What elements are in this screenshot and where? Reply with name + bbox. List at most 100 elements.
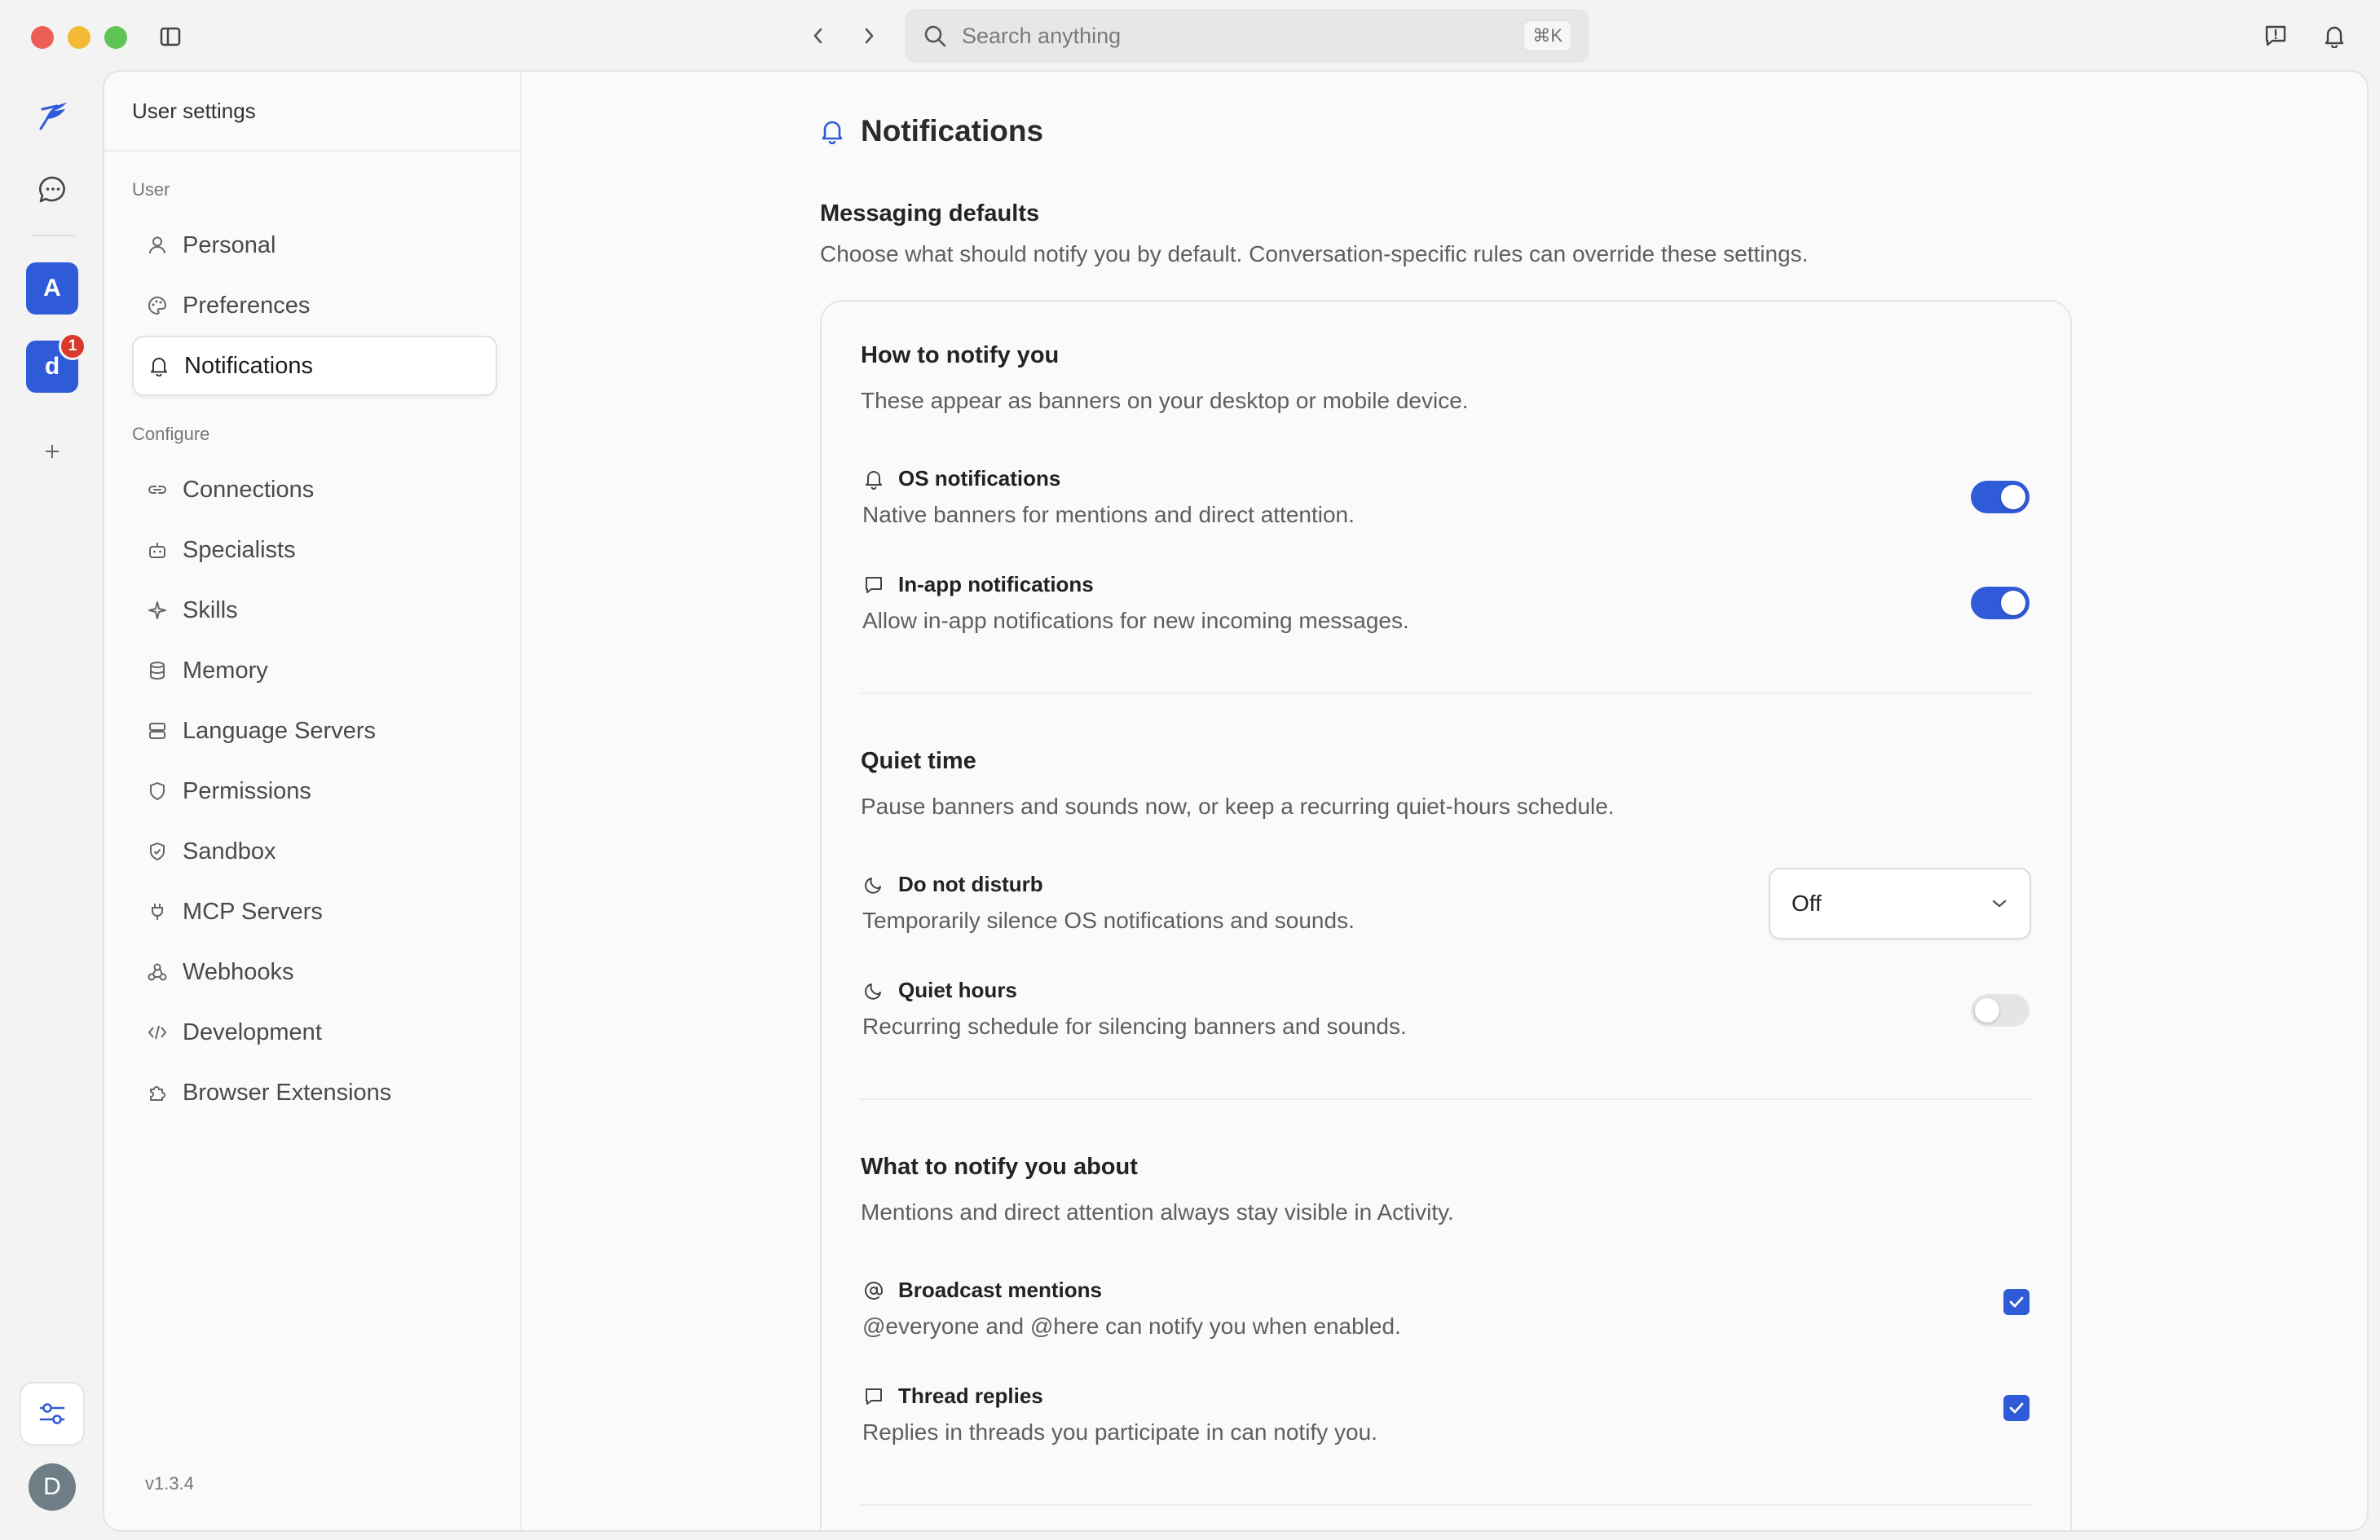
sidebar-icon: [160, 27, 181, 46]
settings-content: Notifications Messaging defaults Choose …: [522, 72, 2367, 1530]
sidebar-item-label: Memory: [183, 657, 268, 684]
user-icon: [145, 233, 170, 257]
quiet-hours-toggle[interactable]: [1971, 994, 2030, 1027]
notifications-button[interactable]: [2318, 20, 2351, 52]
sidebar-item-memory[interactable]: Memory: [132, 640, 497, 701]
code-icon: [145, 1020, 170, 1045]
sidebar-item-specialists[interactable]: Specialists: [132, 520, 497, 580]
row-title-text: Broadcast mentions: [898, 1278, 1102, 1302]
divider: [861, 693, 2031, 694]
bell-icon: [862, 469, 885, 490]
message-square-icon: [862, 575, 885, 595]
sidebar-item-notifications[interactable]: Notifications: [132, 336, 497, 396]
in-app-notifications-toggle[interactable]: [1971, 587, 2030, 619]
chevron-right-icon: [865, 28, 874, 44]
do-not-disturb-select[interactable]: Off: [1769, 868, 2031, 939]
avatar-letter: D: [43, 1473, 61, 1500]
thread-replies-title: Thread replies: [862, 1384, 1043, 1409]
sidebar-item-label: Webhooks: [183, 958, 294, 985]
sidebar-item-language-servers[interactable]: Language Servers: [132, 701, 497, 761]
divider: [861, 1504, 2031, 1506]
shield-check-icon: [145, 839, 170, 864]
plus-icon: [46, 445, 59, 458]
sidebar-item-browser-extensions[interactable]: Browser Extensions: [132, 1063, 497, 1123]
broadcast-mentions-title: Broadcast mentions: [862, 1278, 1102, 1303]
search-placeholder: Search anything: [962, 23, 1122, 48]
group-title-quiet: Quiet time: [861, 748, 976, 774]
sidebar-item-label: Preferences: [183, 292, 311, 319]
chat-rail-button[interactable]: [33, 169, 73, 210]
notification-settings-card: How to notify you These appear as banner…: [820, 300, 2072, 1530]
message-alert-icon: [2265, 25, 2286, 46]
feather-logo-icon: [39, 103, 67, 130]
os-notifications-title: OS notifications: [862, 466, 1060, 491]
sidebar-item-skills[interactable]: Skills: [132, 580, 497, 640]
sidebar-item-development[interactable]: Development: [132, 1002, 497, 1063]
sidebar-item-label: Browser Extensions: [183, 1079, 392, 1106]
quiet-hours-title: Quiet hours: [862, 978, 1017, 1003]
maximize-window-button[interactable]: [104, 26, 127, 49]
search-input[interactable]: Search anything ⌘K: [905, 9, 1589, 63]
link-icon: [145, 477, 170, 502]
broadcast-mentions-checkbox[interactable]: [2003, 1289, 2030, 1315]
plug-icon: [145, 900, 170, 924]
broadcast-mentions-desc: @everyone and @here can notify you when …: [862, 1313, 1401, 1339]
do-not-disturb-desc: Temporarily silence OS notifications and…: [862, 908, 1355, 933]
back-button[interactable]: [804, 21, 833, 51]
group-title-what: What to notify you about: [861, 1154, 1138, 1180]
row-title-text: Quiet hours: [898, 978, 1017, 1002]
sliders-icon: [39, 1403, 65, 1424]
settings-window: User settings User Personal Preferences …: [103, 70, 2369, 1532]
check-icon: [2009, 1296, 2024, 1308]
group-desc-how: These appear as banners on your desktop …: [861, 388, 1469, 413]
in-app-notifications-desc: Allow in-app notifications for new incom…: [862, 608, 1409, 633]
workspace-a[interactable]: A: [26, 262, 78, 315]
nav-section-user: User: [132, 179, 170, 200]
add-workspace-button[interactable]: [36, 435, 68, 468]
user-avatar[interactable]: D: [29, 1463, 76, 1511]
sidebar-item-permissions[interactable]: Permissions: [132, 761, 497, 821]
app-logo[interactable]: [33, 95, 73, 135]
chat-bubble-icon: [39, 176, 65, 203]
palette-icon: [145, 293, 170, 318]
row-title-text: Do not disturb: [898, 872, 1043, 896]
sidebar-item-connections[interactable]: Connections: [132, 460, 497, 520]
puzzle-icon: [145, 1080, 170, 1105]
sidebar-item-label: Skills: [183, 596, 238, 623]
sidebar-item-personal[interactable]: Personal: [132, 215, 497, 275]
quiet-hours-desc: Recurring schedule for silencing banners…: [862, 1014, 1407, 1039]
thread-replies-checkbox[interactable]: [2003, 1395, 2030, 1421]
shield-icon: [145, 779, 170, 803]
select-value: Off: [1792, 891, 1822, 916]
check-icon: [2009, 1402, 2024, 1414]
sidebar-item-sandbox[interactable]: Sandbox: [132, 821, 497, 882]
row-title-text: Thread replies: [898, 1384, 1043, 1408]
group-desc-quiet: Pause banners and sounds now, or keep a …: [861, 794, 1615, 819]
search-icon: [924, 25, 946, 47]
group-title-how: How to notify you: [861, 342, 1060, 368]
message-square-icon: [862, 1387, 885, 1406]
forward-button[interactable]: [854, 21, 884, 51]
sidebar-toggle-button[interactable]: [156, 23, 184, 51]
settings-rail-button[interactable]: [20, 1382, 85, 1445]
sidebar-item-label: Specialists: [183, 536, 296, 563]
feedback-button[interactable]: [2259, 20, 2292, 52]
row-title-text: OS notifications: [898, 466, 1061, 491]
at-sign-icon: [862, 1281, 885, 1300]
sidebar-item-mcp-servers[interactable]: MCP Servers: [132, 882, 497, 942]
settings-sidebar: User settings User Personal Preferences …: [104, 72, 522, 1530]
sidebar-item-webhooks[interactable]: Webhooks: [132, 942, 497, 1002]
workspace-letter: A: [43, 275, 61, 301]
server-icon: [145, 719, 170, 743]
workspace-letter: d: [44, 353, 60, 380]
os-notifications-toggle[interactable]: [1971, 481, 2030, 513]
settings-sidebar-title: User settings: [104, 72, 520, 152]
bell-icon: [822, 121, 843, 144]
minimize-window-button[interactable]: [68, 26, 90, 49]
sidebar-item-label: Permissions: [183, 777, 311, 804]
chevron-left-icon: [813, 28, 822, 44]
close-window-button[interactable]: [31, 26, 54, 49]
toggle-knob: [1975, 998, 1999, 1023]
thread-replies-desc: Replies in threads you participate in ca…: [862, 1419, 1377, 1445]
sidebar-item-preferences[interactable]: Preferences: [132, 275, 497, 336]
